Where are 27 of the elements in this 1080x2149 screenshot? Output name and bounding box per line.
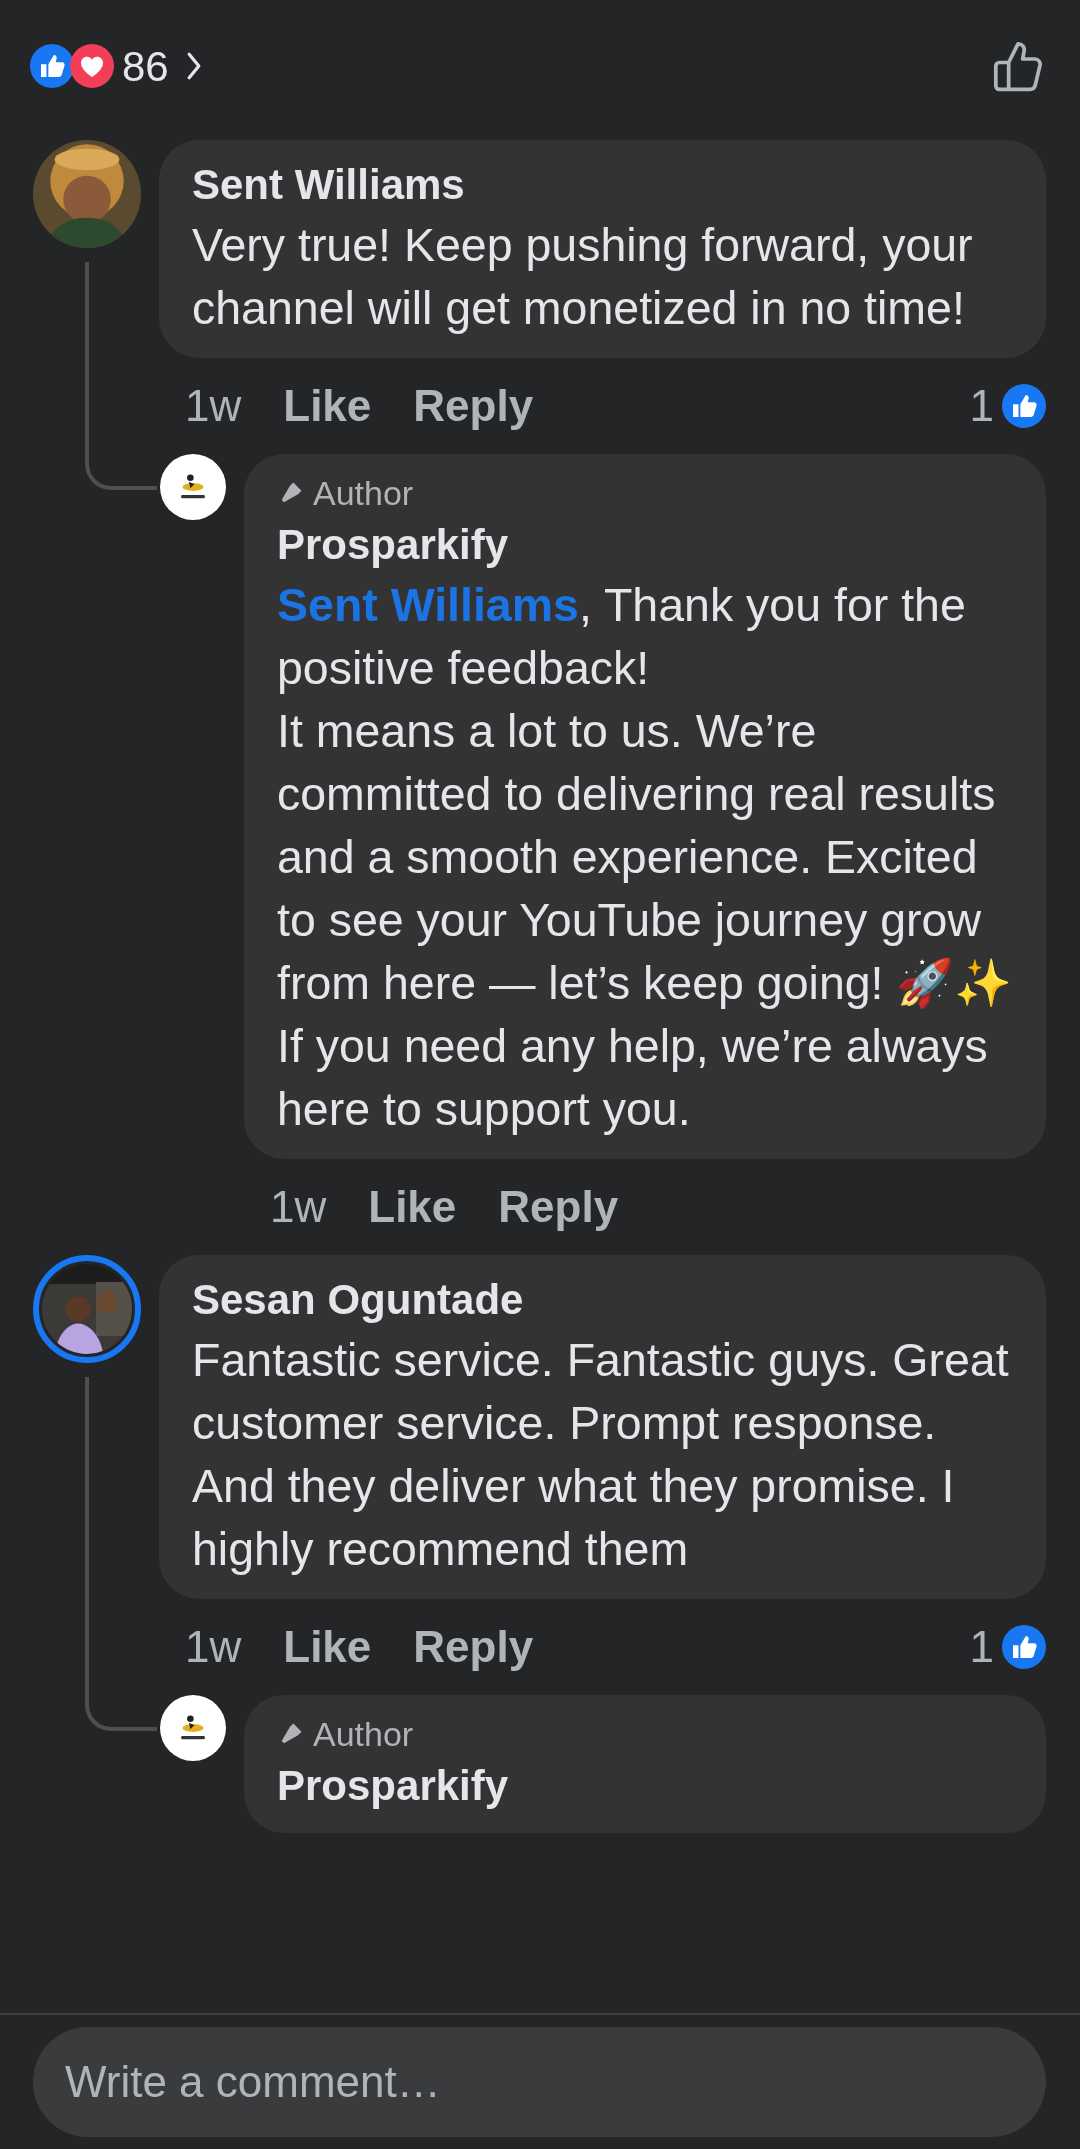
reaction-count[interactable]: 86	[122, 34, 169, 98]
comment-text: Sent Williams, Thank you for the positive feedback! It means a lot to us. We’re committed to delivering real results and a smooth experience. Excited to see your YouTube journey grow from here — let’s keep going! 🚀✨ If you need any help, we’re always here to support you.	[277, 578, 1014, 1137]
action-link[interactable]: Like	[368, 1174, 457, 1240]
author-label: Author	[313, 473, 414, 514]
action-link[interactable]: Reply	[498, 1174, 619, 1240]
comment-text: Fantastic service. Fantastic guys. Great customer service. Prompt response. And they deliver what they promise. I highly recommend them	[192, 1333, 1010, 1577]
author-label: Author	[313, 1714, 414, 1755]
thread-connector	[85, 454, 157, 490]
thread-connector	[85, 1695, 157, 1731]
comment-text: Very true! Keep pushing forward, your channel will get monetized in no time!	[192, 218, 974, 336]
author-name[interactable]: Sesan Oguntade	[192, 1271, 1016, 1329]
action-link[interactable]: Reply	[413, 373, 534, 439]
like-icon	[1002, 1625, 1046, 1669]
like-count: 1	[969, 1621, 994, 1673]
action-link[interactable]: Reply	[413, 1614, 534, 1680]
comment-input[interactable]: Write a comment…	[33, 2027, 1046, 2137]
author-name[interactable]: Prosparkify	[277, 1757, 1016, 1815]
action-link[interactable]: Like	[283, 1614, 372, 1680]
timestamp: 1w	[270, 1181, 327, 1233]
author-name[interactable]: Sent Williams	[192, 156, 1016, 214]
like-icon	[30, 44, 74, 88]
action-link[interactable]: Like	[283, 373, 372, 439]
like-count: 1	[969, 380, 994, 432]
timestamp: 1w	[185, 1621, 242, 1673]
author-name[interactable]: Prosparkify	[277, 516, 1016, 574]
like-icon	[1002, 384, 1046, 428]
timestamp: 1w	[185, 380, 242, 432]
